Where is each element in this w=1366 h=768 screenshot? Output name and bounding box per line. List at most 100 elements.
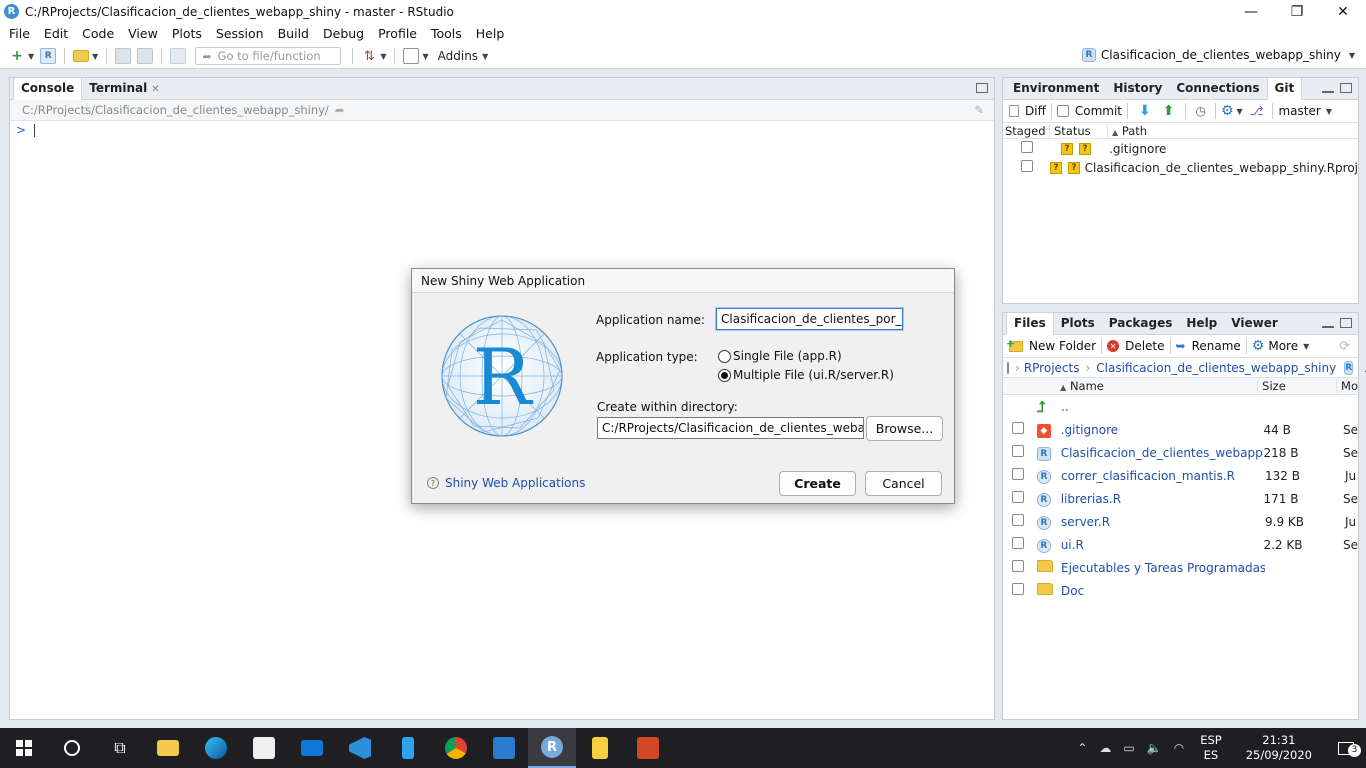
task-view-button[interactable]: ⧉ <box>96 728 144 768</box>
taskbar-notes[interactable] <box>576 728 624 768</box>
notifications-button[interactable]: 3 <box>1326 741 1366 757</box>
taskbar-vscode[interactable] <box>336 728 384 768</box>
tab-history[interactable]: History <box>1106 78 1169 99</box>
parent-dir-link[interactable]: .. <box>1061 400 1069 414</box>
git-row[interactable]: ? ? Clasificacion_de_clientes_webapp_shi… <box>1003 158 1358 177</box>
cloud-icon[interactable]: ☁ <box>1099 741 1111 755</box>
tab-environment[interactable]: Environment <box>1006 78 1106 99</box>
breadcrumb-project[interactable]: Clasificacion_de_clientes_webapp_shiny <box>1096 361 1336 375</box>
file-name[interactable]: server.R <box>1061 515 1265 529</box>
git-row[interactable]: ? ? .gitignore <box>1003 139 1358 158</box>
col-path-wrap[interactable]: ▲ Path <box>1107 123 1147 138</box>
chevron-down-icon[interactable]: ▼ <box>380 52 386 61</box>
staged-checkbox[interactable] <box>1021 141 1033 153</box>
volume-icon[interactable]: 🔈 <box>1147 741 1162 755</box>
menu-help[interactable]: Help <box>469 26 512 41</box>
chevron-down-icon[interactable]: ▼ <box>482 52 488 61</box>
maximize-pane-icon[interactable] <box>976 83 988 93</box>
file-name[interactable]: ui.R <box>1061 538 1264 552</box>
chevron-down-icon[interactable]: ▼ <box>1326 107 1332 116</box>
delete-button[interactable]: Delete <box>1125 339 1164 353</box>
menu-view[interactable]: View <box>121 26 165 41</box>
taskbar-mail[interactable] <box>288 728 336 768</box>
menu-debug[interactable]: Debug <box>316 26 371 41</box>
col-size[interactable]: Size <box>1257 379 1336 393</box>
menu-session[interactable]: Session <box>209 26 271 41</box>
save-all-icon[interactable] <box>137 48 154 64</box>
battery-icon[interactable]: ▭ <box>1123 741 1134 755</box>
branch-icon[interactable]: ⎇ <box>1250 104 1264 118</box>
tab-terminal[interactable]: Terminal ✕ <box>82 78 166 99</box>
chevron-down-icon[interactable]: ▼ <box>1303 342 1309 351</box>
menu-code[interactable]: Code <box>75 26 121 41</box>
menu-build[interactable]: Build <box>271 26 316 41</box>
wifi-icon[interactable]: ◠ <box>1174 741 1184 755</box>
file-name[interactable]: correr_clasificacion_mantis.R <box>1061 469 1265 483</box>
commit-button[interactable]: Commit <box>1075 104 1122 118</box>
file-row[interactable]: Doc <box>1003 579 1358 602</box>
menu-file[interactable]: File <box>2 26 37 41</box>
file-checkbox[interactable] <box>1012 468 1024 480</box>
taskbar-photos[interactable] <box>480 728 528 768</box>
gear-icon[interactable]: ⚙ <box>1221 103 1234 119</box>
cancel-button[interactable]: Cancel <box>865 471 942 496</box>
file-checkbox[interactable] <box>1012 445 1024 457</box>
file-name[interactable]: .gitignore <box>1061 423 1264 437</box>
taskbar-chrome[interactable] <box>432 728 480 768</box>
create-button[interactable]: Create <box>779 471 856 496</box>
file-name[interactable]: Ejecutables y Tareas Programadas <box>1061 561 1265 575</box>
file-checkbox[interactable] <box>1012 583 1024 595</box>
app-name-input[interactable]: Clasificacion_de_clientes_por_tiempo <box>716 308 903 330</box>
chevron-up-icon[interactable]: ⌃ <box>1077 741 1087 755</box>
col-staged[interactable]: Staged <box>1003 124 1049 138</box>
file-name[interactable]: librerias.R <box>1061 492 1264 506</box>
file-checkbox[interactable] <box>1012 560 1024 572</box>
console-input[interactable]: > <box>10 121 994 137</box>
col-modified[interactable]: Mo <box>1336 379 1358 393</box>
save-icon[interactable] <box>115 48 132 64</box>
file-row[interactable]: Ejecutables y Tareas Programadas <box>1003 556 1358 579</box>
minimize-button[interactable]: — <box>1228 0 1274 23</box>
file-checkbox[interactable] <box>1012 537 1024 549</box>
menu-edit[interactable]: Edit <box>37 26 75 41</box>
single-file-radio[interactable]: Single File (app.R) <box>718 349 842 363</box>
taskbar-store[interactable] <box>240 728 288 768</box>
file-checkbox[interactable] <box>1012 491 1024 503</box>
tab-help[interactable]: Help <box>1179 313 1224 334</box>
open-file-icon[interactable] <box>73 50 90 62</box>
maximize-button[interactable]: ❐ <box>1274 0 1320 23</box>
file-row[interactable]: R Clasificacion_de_clientes_webapp_s...21… <box>1003 441 1358 464</box>
directory-input[interactable]: C:/RProjects/Clasificacion_de_clientes_w… <box>597 417 864 439</box>
workspace-panes-icon[interactable] <box>403 48 420 64</box>
menu-plots[interactable]: Plots <box>165 26 209 41</box>
file-name[interactable]: Clasificacion_de_clientes_webapp_s... <box>1061 446 1264 460</box>
file-row[interactable]: Rui.R 2.2 KB Se <box>1003 533 1358 556</box>
maximize-pane-icon[interactable] <box>1340 318 1352 328</box>
parent-dir-row[interactable]: ⮥ .. <box>1003 395 1358 418</box>
file-checkbox[interactable] <box>1012 514 1024 526</box>
branch-selector[interactable]: master <box>1278 104 1320 118</box>
close-icon[interactable]: ✕ <box>151 84 159 95</box>
rename-button[interactable]: Rename <box>1192 339 1241 353</box>
menu-tools[interactable]: Tools <box>424 26 469 41</box>
new-folder-button[interactable]: New Folder <box>1029 339 1096 353</box>
menu-profile[interactable]: Profile <box>371 26 424 41</box>
tab-viewer[interactable]: Viewer <box>1224 313 1284 334</box>
staged-checkbox[interactable] <box>1021 160 1033 172</box>
tab-git[interactable]: Git <box>1266 77 1303 100</box>
file-row[interactable]: Rcorrer_clasificacion_mantis.R 132 B Ju <box>1003 464 1358 487</box>
push-icon[interactable]: ⬆ <box>1163 103 1175 119</box>
addins-menu[interactable]: Addins <box>438 49 478 63</box>
history-clock-icon[interactable]: ◷ <box>1195 104 1205 118</box>
tab-packages[interactable]: Packages <box>1102 313 1180 334</box>
breadcrumb-rprojects[interactable]: RProjects <box>1024 361 1080 375</box>
file-row[interactable]: ◆ .gitignore 44 B Se <box>1003 418 1358 441</box>
clock[interactable]: 21:31 25/09/2020 <box>1246 733 1312 763</box>
multiple-file-radio[interactable]: Multiple File (ui.R/server.R) <box>718 368 894 382</box>
tab-console[interactable]: Console <box>13 77 83 100</box>
tab-files[interactable]: Files <box>1006 312 1054 335</box>
file-row[interactable]: Rserver.R 9.9 KB Ju <box>1003 510 1358 533</box>
chevron-down-icon[interactable]: ▼ <box>422 52 428 61</box>
taskbar-file-explorer[interactable] <box>144 728 192 768</box>
shiny-help-link[interactable]: Shiny Web Applications <box>445 476 585 490</box>
